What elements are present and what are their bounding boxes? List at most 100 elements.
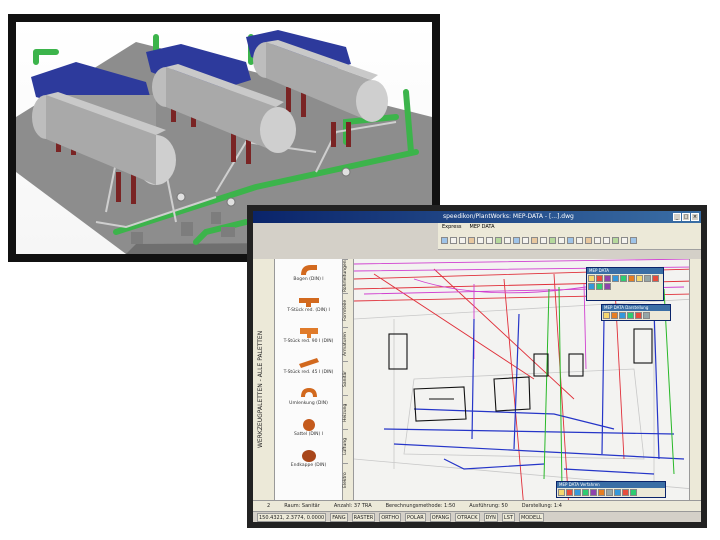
panel-icon-grid xyxy=(557,488,665,497)
proc-connect-icon[interactable] xyxy=(574,489,581,496)
polar-toggle[interactable]: POLAR xyxy=(405,513,426,522)
palette-tab[interactable]: Formteile xyxy=(343,293,348,327)
palette-tab[interactable]: Sanitär xyxy=(343,361,348,395)
toolbar-valve-icon[interactable] xyxy=(594,237,601,244)
proc-size-icon[interactable] xyxy=(582,489,589,496)
toolbar-undo-icon[interactable] xyxy=(477,237,484,244)
fixture-tool-icon[interactable] xyxy=(620,275,627,282)
proc-slope-icon[interactable] xyxy=(590,489,597,496)
cad-drawing-viewport[interactable]: MEP DATA MEP DATA Darstellung MEP DATA V… xyxy=(354,259,689,500)
proc-align-icon[interactable] xyxy=(614,489,621,496)
palette-tab[interactable]: Armaturen xyxy=(343,327,348,361)
snap-toggle[interactable]: FANG xyxy=(330,513,348,522)
minimize-button[interactable]: _ xyxy=(673,213,681,221)
display-section-icon[interactable] xyxy=(643,312,650,319)
label-tool-icon[interactable] xyxy=(588,283,595,290)
proc-finish-icon[interactable] xyxy=(630,489,637,496)
palette-item-cap[interactable]: Endkappe (DIN) xyxy=(275,445,342,476)
coordinate-bar: 150.4321, 2.3774, 0.0000 FANG RASTER ORT… xyxy=(253,511,701,522)
palette-item-tee-45[interactable]: T-Stück red. 45 I (DIN) xyxy=(275,352,342,383)
palette-tab[interactable]: Elektro xyxy=(343,463,348,497)
toolbar-properties-icon[interactable] xyxy=(558,237,565,244)
duct-tool-icon[interactable] xyxy=(596,275,603,282)
palette-item-bend[interactable]: Umlenkung (DIN) xyxy=(275,383,342,414)
proc-route-icon[interactable] xyxy=(566,489,573,496)
cad-application-window: speedikon/PlantWorks: MEP-DATA - [...].d… xyxy=(247,205,707,528)
window-titlebar[interactable]: speedikon/PlantWorks: MEP-DATA - [...].d… xyxy=(253,211,701,223)
toolbar-pipe-icon[interactable] xyxy=(567,237,574,244)
menu-item-express[interactable]: Express xyxy=(442,223,462,232)
toolbar-new-icon[interactable] xyxy=(441,237,448,244)
close-button[interactable]: × xyxy=(691,213,699,221)
palette-item-saddle[interactable]: Sattel (DIN) I xyxy=(275,414,342,445)
lineweight-toggle[interactable]: LST xyxy=(501,513,515,522)
toolbar-circle-icon[interactable] xyxy=(531,237,538,244)
tee-icon xyxy=(298,298,319,307)
proc-delete-icon[interactable] xyxy=(622,489,629,496)
valve-tool-icon[interactable] xyxy=(612,275,619,282)
grid-toggle[interactable]: RASTER xyxy=(351,513,376,522)
toolbar-polyline-icon[interactable] xyxy=(522,237,529,244)
elbow-icon xyxy=(300,265,317,275)
export-tool-icon[interactable] xyxy=(604,283,611,290)
pipe-tool-icon[interactable] xyxy=(588,275,595,282)
support-tool-icon[interactable] xyxy=(644,275,651,282)
proc-split-icon[interactable] xyxy=(598,489,605,496)
display-3d-icon[interactable] xyxy=(627,312,634,319)
connector-tool-icon[interactable] xyxy=(628,275,635,282)
toolbar-save-icon[interactable] xyxy=(459,237,466,244)
status-bar: 2 Raum: Sanitär Anzahl: 37 TRA Berechnun… xyxy=(253,500,701,511)
menu-item-mep-data[interactable]: MEP DATA xyxy=(470,223,495,232)
model-toggle[interactable]: MODELL xyxy=(518,513,544,522)
tool-palette-titlebar[interactable]: WERKZEUGPALETTEN - ALLE PALETTEN xyxy=(253,259,275,500)
dyn-toggle[interactable]: DYN xyxy=(483,513,498,522)
palette-tab[interactable]: Lüftung xyxy=(343,429,348,463)
insulation-tool-icon[interactable] xyxy=(636,275,643,282)
saddle-icon xyxy=(302,419,315,431)
palette-item-label: T-Stück red. 90 I (DIN) xyxy=(283,339,334,344)
toolbar-open-icon[interactable] xyxy=(450,237,457,244)
mep-data-procedure-panel[interactable]: MEP DATA Verfahren xyxy=(556,481,666,498)
toolbar-zoom-icon[interactable] xyxy=(504,237,511,244)
equipment-outlines xyxy=(388,328,653,422)
proc-join-icon[interactable] xyxy=(606,489,613,496)
toolbar-fitting-icon[interactable] xyxy=(585,237,592,244)
toolbar-pan-icon[interactable] xyxy=(495,237,502,244)
check-tool-icon[interactable] xyxy=(596,283,603,290)
room-outline xyxy=(354,298,689,489)
otrack-toggle[interactable]: OTRACK xyxy=(455,513,480,522)
display-mode-icon[interactable] xyxy=(603,312,610,319)
status-room: Raum: Sanitär xyxy=(284,503,320,509)
palette-tab[interactable]: Heizung xyxy=(343,395,348,429)
toolbar-print-icon[interactable] xyxy=(468,237,475,244)
calc-tool-icon[interactable] xyxy=(652,275,659,282)
palette-item-elbow[interactable]: Bogen (DIN) I xyxy=(275,259,342,290)
main-toolbar xyxy=(438,232,701,250)
toolbar-redo-icon[interactable] xyxy=(486,237,493,244)
fitting-tool-icon[interactable] xyxy=(604,275,611,282)
toolbar-duct-icon[interactable] xyxy=(576,237,583,244)
proc-start-icon[interactable] xyxy=(558,489,565,496)
display-line-icon[interactable] xyxy=(619,312,626,319)
toolbar-help-icon[interactable] xyxy=(630,237,637,244)
palette-tab-strip: Rohrleitungen Formteile Armaturen Sanitä… xyxy=(343,259,354,500)
toolbar-line-icon[interactable] xyxy=(513,237,520,244)
palette-item-tee-reducer[interactable]: T-Stück red. 90 I (DIN) xyxy=(275,321,342,352)
maximize-button[interactable]: □ xyxy=(682,213,690,221)
mep-data-display-panel[interactable]: MEP DATA Darstellung xyxy=(601,304,671,321)
panel-icon-grid xyxy=(602,311,670,320)
toolbar-view-icon[interactable] xyxy=(603,237,610,244)
osnap-toggle[interactable]: OFANG xyxy=(429,513,452,522)
toolbar-measure-icon[interactable] xyxy=(621,237,628,244)
display-hide-icon[interactable] xyxy=(635,312,642,319)
display-color-icon[interactable] xyxy=(611,312,618,319)
palette-item-tee[interactable]: T-Stück red. (DIN) I xyxy=(275,290,342,321)
toolbar-layer-icon[interactable] xyxy=(549,237,556,244)
toolbar-arc-icon[interactable] xyxy=(540,237,547,244)
vertical-scrollbar[interactable] xyxy=(689,259,701,500)
mep-data-toolbar-panel[interactable]: MEP DATA xyxy=(586,267,664,301)
toolbar-render-icon[interactable] xyxy=(612,237,619,244)
palette-tab[interactable]: Rohrleitungen xyxy=(343,259,348,293)
ortho-toggle[interactable]: ORTHO xyxy=(379,513,402,522)
coordinate-readout: 150.4321, 2.3774, 0.0000 xyxy=(257,513,327,522)
